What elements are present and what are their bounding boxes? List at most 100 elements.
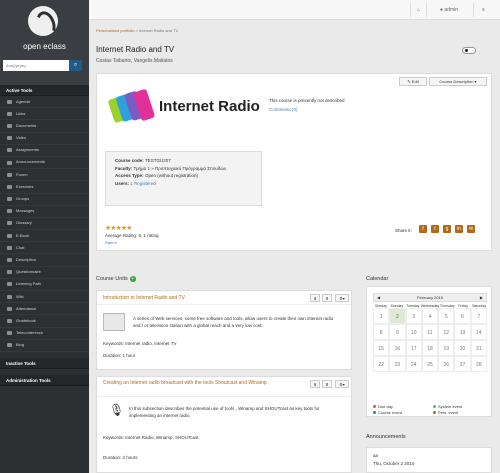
rate-it-link[interactable]: Rate it [105, 240, 117, 245]
sidebar-item-announcements[interactable]: Announcements [0, 157, 89, 170]
calendar-day[interactable]: 10 [405, 324, 422, 340]
share-label: Share it: [395, 228, 412, 233]
sidebar-item-questionnaire[interactable]: Questionnaire [0, 267, 89, 279]
view-toggle[interactable] [462, 47, 476, 54]
calendar-day[interactable]: 26 [438, 356, 455, 372]
gear-icon[interactable]: ⚙▾ [335, 294, 349, 302]
topbar: ⌂ ● admin ≡ [89, 0, 500, 20]
calendar-day[interactable]: 1 [373, 308, 390, 324]
calendar-day[interactable]: 14 [470, 324, 487, 340]
sidebar-item-video[interactable]: Video [0, 133, 89, 145]
calendar-day[interactable]: 7 [470, 308, 487, 324]
move-down-icon[interactable]: ⬇ [310, 294, 320, 302]
calendar-day[interactable]: 18 [421, 340, 439, 356]
sidebar-item-documents[interactable]: Documents [0, 120, 89, 133]
active-tools-heading[interactable]: Active Tools [0, 85, 89, 96]
calendar-nav: ◀ February 2015 ▶ [373, 293, 487, 302]
sidebar-item-messages[interactable]: Messages [0, 206, 89, 218]
sidebar-item-ebook[interactable]: E-Book [0, 230, 89, 243]
linkedin-icon[interactable]: in [455, 225, 463, 233]
gradebook-icon [7, 318, 12, 323]
add-unit-icon[interactable]: + [129, 276, 136, 282]
sidebar-item-description[interactable]: Description [0, 254, 89, 267]
unit-card: Creating an Internet radio broadcast wit… [96, 376, 352, 473]
sidebar-item-groups[interactable]: Groups [0, 194, 89, 206]
home-icon[interactable]: ⌂ [410, 3, 426, 17]
wiki-icon [7, 294, 12, 299]
sidebar-item-exercises[interactable]: Exercises [0, 181, 89, 194]
calendar-day[interactable]: 20 [454, 340, 471, 356]
sidebar: open eclass ⌕ Active Tools Agenda Links … [0, 0, 89, 473]
unit-title[interactable]: Introduction to Internet Radio and TV [103, 295, 185, 301]
calendar-week: 15 16 17 18 19 20 21 [373, 340, 487, 356]
comments-link[interactable]: Comments (0) [269, 107, 298, 112]
calendar-week: 22 23 24 25 26 27 28 [373, 356, 487, 372]
calendar-day[interactable]: 23 [389, 356, 406, 372]
check-icon [7, 306, 12, 311]
edit-button[interactable]: ✎ Edit [399, 77, 427, 86]
course-professors: Costas Tsibanis, Vangelis Matiatos [96, 58, 173, 64]
calendar-day[interactable]: 27 [454, 356, 471, 372]
sidebar-item-teleconference[interactable]: Teleconference [0, 328, 89, 340]
info-icon [7, 258, 12, 263]
logo[interactable]: open eclass [0, 0, 89, 85]
prev-month-icon[interactable]: ◀ [377, 294, 380, 302]
sidebar-item-gradebook[interactable]: Gradebook [0, 315, 89, 328]
phone-icon [7, 331, 12, 336]
folder-icon [7, 123, 12, 128]
twitter-icon[interactable]: t [431, 225, 439, 233]
calendar-grid: Sunday Monday Tuesday Wednesday Thursday Frid… [373, 304, 487, 372]
calendar-day[interactable]: 25 [421, 356, 439, 372]
move-up-icon[interactable]: ⬆ [322, 294, 332, 302]
move-up-icon[interactable]: ⬆ [322, 380, 332, 388]
sidebar-item-glossary[interactable]: Glossary [0, 218, 89, 231]
sidebar-item-blog[interactable]: Blog [0, 340, 89, 352]
inactive-tools-heading[interactable]: Inactive Tools [0, 357, 89, 369]
sidebar-item-attendance[interactable]: Attendance [0, 303, 89, 316]
calendar-day[interactable]: 6 [454, 308, 471, 324]
facebook-icon[interactable]: f [419, 225, 427, 233]
calendar-day[interactable]: 5 [438, 308, 455, 324]
menu-icon[interactable]: ≡ [473, 3, 493, 17]
move-down-icon[interactable]: ⬇ [310, 380, 320, 388]
video-icon [7, 136, 12, 141]
course-description-text: This course is presently not described [269, 98, 345, 103]
sidebar-item-learning-path[interactable]: Learning Path [0, 279, 89, 291]
sidebar-item-wiki[interactable]: Wiki [0, 291, 89, 304]
calendar-day[interactable]: 11 [421, 324, 439, 340]
search-icon[interactable]: ⌕ [69, 60, 82, 71]
calendar-day[interactable]: 13 [454, 324, 471, 340]
google-plus-icon[interactable]: g [443, 225, 451, 233]
calendar-day-today[interactable]: 2 [389, 308, 406, 324]
calendar-day[interactable]: 12 [438, 324, 455, 340]
user-menu[interactable]: ● admin [426, 3, 471, 17]
calendar-day[interactable]: 24 [405, 356, 422, 372]
calendar-day[interactable]: 19 [438, 340, 455, 356]
calendar-day[interactable]: 15 [373, 340, 390, 356]
gear-icon[interactable]: ⚙▾ [335, 380, 349, 388]
rating-stars[interactable]: ★★★★★ [105, 224, 132, 232]
announcement-title[interactable]: aa [373, 452, 485, 460]
unit-title[interactable]: Creating an Internet radio broadcast wit… [103, 380, 303, 387]
calendar-day[interactable]: 16 [389, 340, 406, 356]
calendar-day[interactable]: 4 [421, 308, 439, 324]
next-month-icon[interactable]: ▶ [480, 294, 483, 302]
sidebar-item-forum[interactable]: Forum [0, 169, 89, 182]
search-input[interactable] [3, 60, 69, 71]
sidebar-item-agenda[interactable]: Agenda [0, 96, 89, 109]
calendar-day[interactable]: 8 [373, 324, 390, 340]
course-description-button[interactable]: Course Description ▾ [429, 77, 487, 86]
calendar-day[interactable]: 17 [405, 340, 422, 356]
calendar-day[interactable]: 3 [405, 308, 422, 324]
email-icon[interactable]: ✉ [467, 225, 475, 233]
calendar-day[interactable]: 21 [470, 340, 487, 356]
breadcrumb-portfolio[interactable]: Personalised portfolio [96, 28, 134, 33]
sidebar-item-chat[interactable]: Chat [0, 242, 89, 255]
admin-tools-heading[interactable]: Administration Tools [0, 374, 89, 386]
question-icon [7, 270, 12, 275]
calendar-day[interactable]: 28 [470, 356, 487, 372]
sidebar-item-assignments[interactable]: Assignments [0, 145, 89, 157]
sidebar-item-links[interactable]: Links [0, 108, 89, 121]
calendar-day[interactable]: 9 [389, 324, 406, 340]
calendar-day[interactable]: 22 [373, 356, 390, 372]
